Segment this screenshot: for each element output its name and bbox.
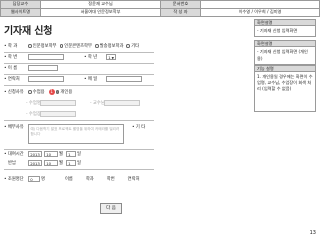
co-row: • 조원명단 0 명 이름 학과 학번 연락처	[4, 176, 140, 182]
contact-row: • 연락처 • 메 일	[4, 76, 142, 82]
co-unit: 명	[41, 177, 45, 182]
divider	[4, 63, 154, 64]
dept-radio-2[interactable]	[59, 44, 64, 48]
reason-row: • 배부사유 예) 다음학기 발표 프로젝트 촬영을 위하여 카메라를 빌리려 …	[4, 124, 146, 144]
rent-month-select[interactable]: 10	[44, 151, 58, 157]
applicant-radio-class[interactable]	[28, 90, 32, 94]
course-input[interactable]	[40, 100, 76, 106]
header-value-author: 이수영 / 이우희 / 김미영	[200, 8, 320, 17]
rent-year: 2013	[30, 152, 40, 157]
applicant-label: • 신청사유	[4, 90, 24, 95]
applicant-opt-class: 수업용	[32, 90, 45, 95]
step-badge: 1	[48, 89, 55, 95]
description-panel: 화면설명 - 기자재 신청 입력화면 화면설명 - 기자재 신청 입력화면 (개…	[254, 19, 316, 112]
ret-month: 10	[46, 161, 52, 166]
rent-day-unit: 일	[76, 152, 81, 157]
grade-value: 1	[108, 55, 111, 60]
rent-day-select[interactable]: 1	[65, 151, 76, 157]
dept-radio-4[interactable]	[126, 44, 131, 48]
grade-label: • 학 년	[84, 55, 98, 60]
divider	[4, 169, 154, 170]
dept-row: • 학 과 인문정보학부 인문콘텐츠학부 발송정보학과 기타	[4, 43, 139, 49]
rent-day: 1	[68, 152, 71, 157]
document-header: 담당교수 정윤재 교수님 문서번호 웹사이트명 서울여대 인문정보학부 작 성 …	[0, 0, 320, 17]
rent-label: • 대여시간	[4, 152, 24, 157]
ret-year: 2013	[30, 161, 40, 166]
divider	[4, 120, 154, 121]
panel-heading-1: 화면설명	[254, 19, 316, 26]
email-input[interactable]	[106, 76, 142, 82]
header-label-professor: 담당교수	[0, 0, 41, 9]
course-label: - 수업명	[26, 101, 41, 106]
rent-month: 10	[46, 152, 52, 157]
ret-day: 1	[68, 161, 71, 166]
panel-body-1: - 기자재 신청 입력화면	[254, 26, 316, 38]
grade-select[interactable]: 1▼	[106, 54, 116, 60]
reason-label: • 배부사유	[4, 125, 24, 130]
next-button[interactable]: 다 음	[100, 203, 122, 214]
co-h2: 학과	[85, 177, 94, 182]
header-label-docno: 문서번호	[160, 0, 201, 9]
page-title: 기자재 신청	[4, 26, 53, 37]
return-row: 반납 2013 10 월 1일	[4, 160, 81, 166]
ret-day-unit: 일	[76, 161, 81, 166]
ret-month-select[interactable]: 10	[44, 160, 58, 166]
chevron-down-icon: ▼	[111, 56, 114, 60]
header-value-professor: 정윤재 교수님	[40, 0, 161, 9]
co-count-select[interactable]: 0	[28, 176, 40, 182]
applicant-radio-personal[interactable]	[55, 90, 60, 94]
co-h4: 연락처	[127, 177, 140, 182]
sid-row: • 학 번 • 학 년 1▼	[4, 54, 116, 60]
divider	[4, 149, 154, 150]
rent-month-unit: 월	[59, 152, 63, 157]
divider	[4, 74, 154, 75]
ret-year-select[interactable]: 2013	[28, 160, 42, 166]
dept-radio-1[interactable]	[28, 44, 32, 48]
panel-heading-2: 화면설명	[254, 40, 316, 48]
applicant-opt-personal: 개인용	[60, 90, 73, 95]
name-row: • 이 름	[4, 65, 58, 71]
name-input[interactable]	[28, 65, 58, 71]
course-row: - 수업명 - 교수님	[26, 100, 140, 106]
co-label: • 조원명단	[4, 177, 24, 182]
header-label-site: 웹사이트명	[0, 8, 41, 17]
panel-body-2: - 기자재 신청 입력화면 (개인용)	[254, 47, 316, 65]
email-label: • 메 일	[84, 77, 98, 82]
rent-row: • 대여시간 2013 10 월 1일	[4, 151, 81, 157]
header-value-site: 서울여대 인문정보학부	[40, 8, 161, 17]
reason-textarea[interactable]: 예) 다음학기 발표 프로젝트 촬영을 위하여 카메라를 빌리려 합니다	[28, 124, 124, 144]
other-label: • 기 타	[132, 125, 146, 130]
panel-heading-3: 기능 설명	[254, 64, 316, 72]
class-label: - 수업장	[26, 112, 41, 117]
prof-input[interactable]	[104, 100, 140, 106]
classroom-row: - 수업장	[26, 111, 76, 117]
return-label: 반납	[8, 161, 16, 166]
ret-month-unit: 월	[59, 161, 63, 166]
phone-label: • 연락처	[4, 77, 20, 82]
sid-input[interactable]	[28, 54, 64, 60]
name-label: • 이 름	[4, 66, 18, 71]
divider	[4, 85, 154, 86]
dept-label: • 학 과	[4, 44, 18, 49]
co-count: 0	[30, 177, 33, 182]
dept-opt-4: 기타	[131, 44, 140, 49]
dept-opt-1: 인문정보학부	[32, 44, 57, 49]
co-h1: 이름	[64, 177, 73, 182]
sid-label: • 학 번	[4, 55, 18, 60]
page-number: 13	[309, 230, 316, 236]
phone-input[interactable]	[28, 76, 64, 82]
dept-radio-3[interactable]	[94, 44, 99, 48]
prof-label: - 교수님	[90, 101, 105, 106]
header-label-author: 작 성 자	[160, 8, 201, 17]
divider	[4, 52, 154, 53]
dept-opt-2: 인문콘텐츠학부	[64, 44, 92, 49]
rent-year-select[interactable]: 2013	[28, 151, 42, 157]
header-value-docno	[200, 0, 320, 9]
applicant-row: • 신청사유 수업용 1 개인용	[4, 89, 72, 95]
co-h3: 학번	[106, 177, 115, 182]
class-input[interactable]	[40, 111, 76, 117]
ret-day-select[interactable]: 1	[65, 160, 76, 166]
dept-opt-3: 발송정보학과	[99, 44, 124, 49]
panel-body-3: 1. 개인용일 경우에는 화면이 수업명, 교수님, 수업장이 회색 처리 (입…	[254, 71, 316, 112]
